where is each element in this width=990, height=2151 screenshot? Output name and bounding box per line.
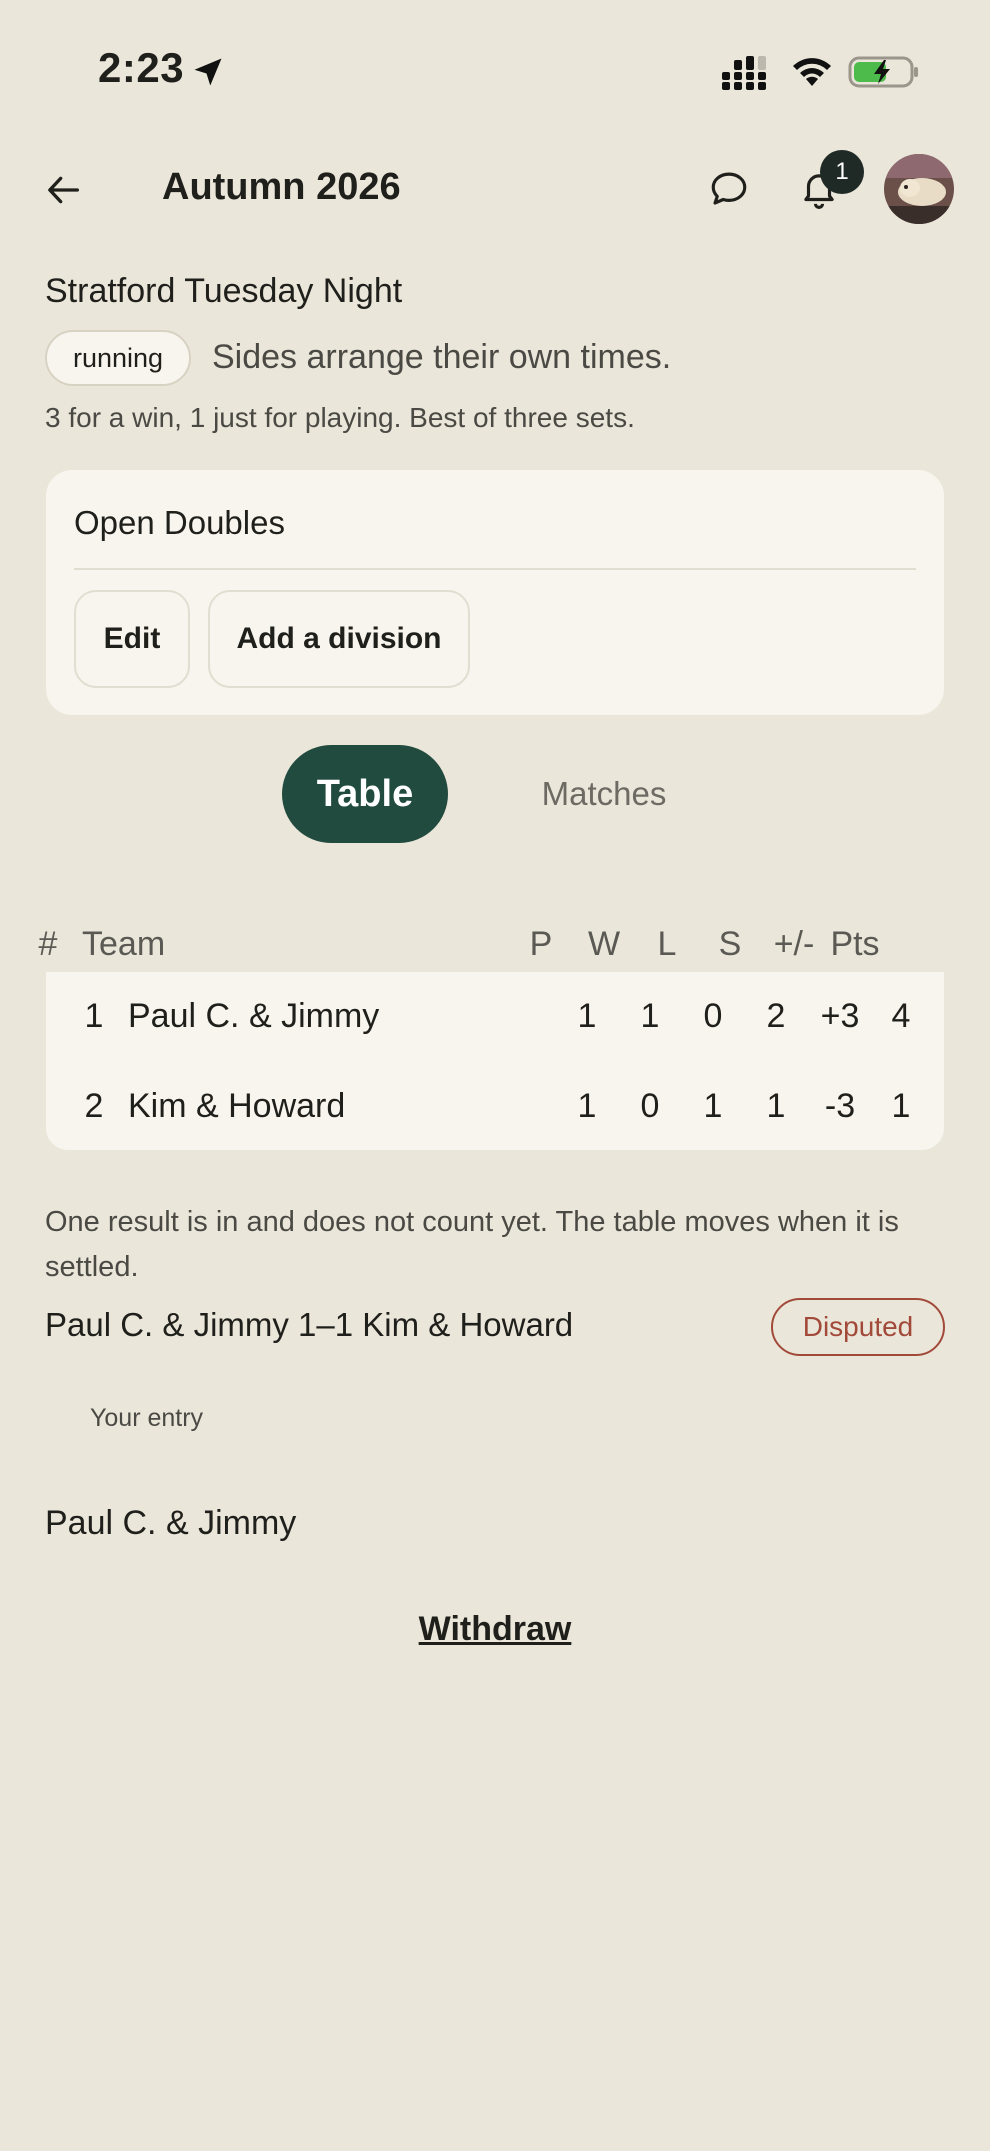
- team-cell: Kim & Howard: [128, 1086, 346, 1125]
- division-title: Open Doubles: [74, 504, 285, 541]
- avatar[interactable]: [884, 154, 954, 224]
- avatar-photo: [884, 154, 954, 224]
- location-arrow-icon: [194, 58, 222, 86]
- cellular-signal-icon: [722, 56, 766, 90]
- table-row[interactable]: 1 Paul C. & Jimmy 1 1 0 2 +3 4: [46, 972, 944, 1060]
- edit-button[interactable]: Edit: [74, 590, 190, 688]
- status-time: 2:23: [98, 44, 185, 91]
- battery-charging-icon: [848, 56, 918, 88]
- wifi-icon: [793, 58, 831, 86]
- won-cell: 1: [640, 996, 660, 1035]
- played-cell: 1: [577, 1086, 597, 1125]
- disputed-status-badge[interactable]: Disputed: [771, 1298, 945, 1356]
- pending-result-note: One result is in and does not count yet.…: [45, 1206, 899, 1283]
- league-name: Stratford Tuesday Night: [45, 272, 403, 310]
- tab-matches[interactable]: Matches: [504, 745, 704, 843]
- table-row[interactable]: 2 Kim & Howard 1 0 1 1 -3 1: [46, 1062, 944, 1150]
- add-division-button[interactable]: Add a division: [208, 590, 470, 688]
- chat-bubble-icon[interactable]: [708, 168, 750, 210]
- scoring-rules-text: 3 for a win, 1 just for playing. Best of…: [45, 402, 635, 433]
- sets-cell: 2: [766, 996, 786, 1035]
- points-cell: 4: [891, 996, 911, 1035]
- standings-table: 1 Paul C. & Jimmy 1 1 0 2 +3 4 2 Kim & H…: [46, 972, 944, 1150]
- sets-cell: 1: [766, 1086, 786, 1125]
- your-entry-label: Your entry: [90, 1404, 204, 1432]
- lost-cell: 1: [703, 1086, 723, 1125]
- division-card: Open Doubles Edit Add a division: [46, 470, 944, 715]
- page-title: Autumn 2026: [162, 166, 401, 208]
- divider: [74, 568, 916, 570]
- played-cell: 1: [577, 996, 597, 1035]
- entry-team-name: Paul C. & Jimmy: [45, 1504, 297, 1542]
- pending-match-result[interactable]: Paul C. & Jimmy 1–1 Kim & Howard: [45, 1306, 573, 1344]
- status-badge: running: [45, 330, 192, 386]
- lost-cell: 0: [703, 996, 723, 1035]
- back-arrow-icon[interactable]: [44, 170, 84, 210]
- diff-cell: -3: [824, 1086, 856, 1125]
- rank-cell: 1: [84, 996, 104, 1035]
- app-header: Autumn 2026 1: [0, 140, 990, 240]
- status-bar: 2:23: [0, 0, 990, 140]
- team-cell: Paul C. & Jimmy: [128, 996, 380, 1035]
- notification-badge[interactable]: 1: [820, 150, 864, 194]
- withdraw-button[interactable]: Withdraw: [0, 1610, 990, 1649]
- schedule-text: Sides arrange their own times.: [212, 338, 672, 376]
- points-cell: 1: [891, 1086, 911, 1125]
- rank-cell: 2: [84, 1086, 104, 1125]
- tab-table[interactable]: Table: [282, 745, 448, 843]
- diff-cell: +3: [820, 996, 860, 1035]
- won-cell: 0: [640, 1086, 660, 1125]
